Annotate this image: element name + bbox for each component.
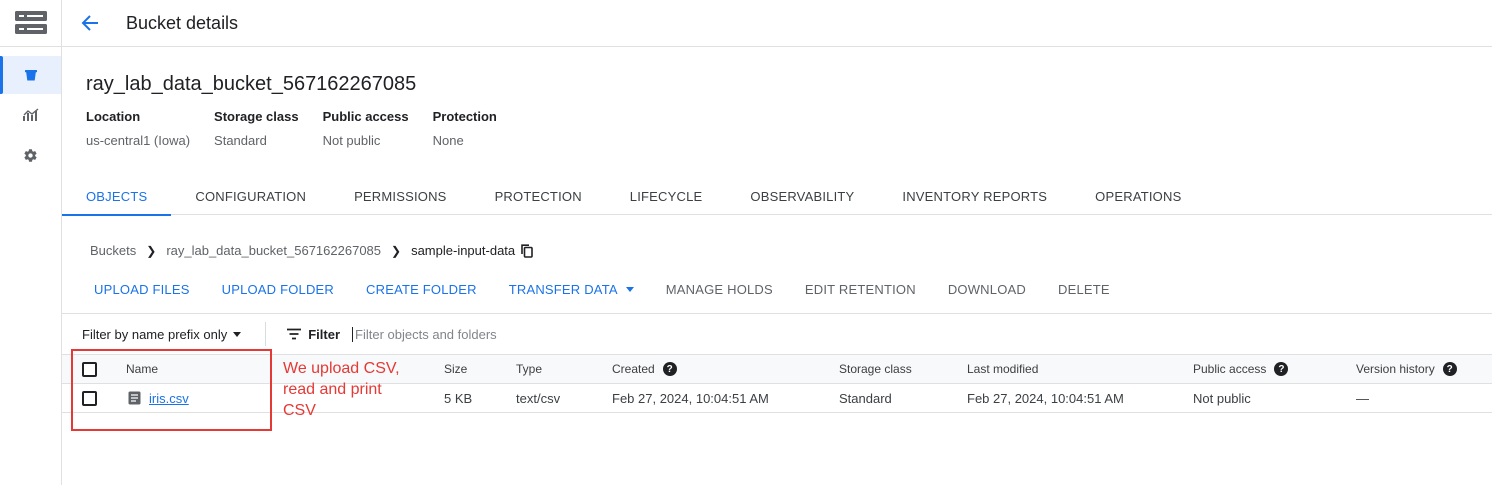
copy-path-icon[interactable]: [521, 243, 533, 258]
tab-objects[interactable]: OBJECTS: [62, 178, 172, 216]
tab-lifecycle[interactable]: LIFECYCLE: [606, 178, 727, 215]
bucket-name: ray_lab_data_bucket_567162267085: [86, 73, 417, 95]
left-rail: [0, 0, 62, 485]
property-label: Storage class: [214, 109, 299, 124]
help-icon[interactable]: ?: [662, 362, 677, 376]
tab-configuration[interactable]: CONFIGURATION: [171, 178, 330, 215]
bucket-properties: Location us-central1 (Iowa) Storage clas…: [86, 109, 521, 148]
tab-bar: OBJECTS CONFIGURATION PERMISSIONS PROTEC…: [62, 178, 1492, 216]
breadcrumb-bucket[interactable]: ray_lab_data_bucket_567162267085: [166, 243, 381, 258]
property-value: Standard: [214, 133, 267, 148]
chevron-right-icon: ❯: [146, 243, 157, 258]
annotation-highlight-box: [71, 349, 272, 431]
property-label: Public access: [322, 109, 409, 124]
annotation-text: We upload CSV, read and print CSV: [283, 360, 400, 419]
property-value: None: [432, 133, 464, 148]
tab-operations[interactable]: OPERATIONS: [1071, 178, 1205, 215]
property-label: Location: [86, 109, 141, 124]
property-value: us-central1 (Iowa): [86, 133, 191, 148]
column-public-access-label: Public access: [1193, 362, 1267, 376]
breadcrumb-buckets[interactable]: Buckets: [90, 243, 136, 258]
filter-icon: [287, 328, 302, 340]
settings-nav-icon[interactable]: [0, 136, 61, 174]
upload-files-button[interactable]: UPLOAD FILES: [78, 274, 206, 304]
back-button[interactable]: [62, 0, 118, 47]
object-type: text/csv: [516, 390, 561, 406]
column-created-label: Created: [612, 362, 655, 376]
column-last-modified[interactable]: Last modified: [967, 355, 1038, 383]
column-type[interactable]: Type: [516, 355, 542, 383]
page-header: Bucket details: [62, 0, 1492, 47]
property-location: Location us-central1 (Iowa): [86, 109, 190, 148]
property-public-access: Public access Not public: [323, 109, 409, 148]
object-size: 5 KB: [444, 390, 473, 406]
filter-mode-select[interactable]: Filter by name prefix only: [82, 326, 242, 342]
filter-input[interactable]: [352, 326, 653, 342]
column-storage-class[interactable]: Storage class: [839, 355, 912, 383]
transfer-data-label: TRANSFER DATA: [508, 281, 618, 297]
filter-mode-label: Filter by name prefix only: [82, 326, 228, 342]
monitoring-nav-icon[interactable]: [0, 96, 61, 134]
breadcrumb: Buckets ❯ ray_lab_data_bucket_5671622670…: [90, 243, 533, 258]
table-header-row: Name Size Type Created ? Storage class L…: [62, 354, 1492, 384]
table-row[interactable]: iris.csv 5 KB text/csv Feb 27, 2024, 10:…: [62, 384, 1492, 413]
chevron-right-icon: ❯: [391, 243, 402, 258]
storage-product-icon[interactable]: [0, 0, 61, 47]
object-created: Feb 27, 2024, 10:04:51 AM: [612, 390, 769, 406]
caret-down-icon: [625, 286, 634, 292]
property-value: Not public: [322, 133, 381, 148]
breadcrumb-folder: sample-input-data: [411, 243, 516, 258]
tab-observability[interactable]: OBSERVABILITY: [726, 178, 878, 215]
page-title: Bucket details: [126, 12, 239, 33]
column-public-access[interactable]: Public access ?: [1193, 355, 1289, 383]
caret-down-icon: [233, 331, 242, 337]
edit-retention-button[interactable]: EDIT RETENTION: [789, 274, 932, 304]
object-public-access: Not public: [1193, 390, 1251, 406]
upload-folder-button[interactable]: UPLOAD FOLDER: [206, 274, 350, 304]
object-version-history: —: [1356, 390, 1369, 406]
property-storage-class: Storage class Standard: [214, 109, 299, 148]
transfer-data-button[interactable]: TRANSFER DATA: [493, 274, 650, 304]
column-version-history-label: Version history: [1356, 362, 1435, 376]
filter-label-text: Filter: [308, 326, 341, 342]
tab-inventory-reports[interactable]: INVENTORY REPORTS: [878, 178, 1071, 215]
manage-holds-button[interactable]: MANAGE HOLDS: [650, 274, 789, 304]
arrow-left-icon: [81, 15, 98, 31]
create-folder-button[interactable]: CREATE FOLDER: [350, 274, 493, 304]
download-button[interactable]: DOWNLOAD: [932, 274, 1042, 304]
property-protection: Protection None: [433, 109, 497, 148]
divider: [265, 322, 267, 346]
column-created[interactable]: Created ?: [612, 355, 677, 383]
object-last-modified: Feb 27, 2024, 10:04:51 AM: [967, 390, 1124, 406]
column-size[interactable]: Size: [444, 355, 467, 383]
delete-button[interactable]: DELETE: [1042, 274, 1126, 304]
object-toolbar: UPLOAD FILES UPLOAD FOLDER CREATE FOLDER…: [78, 274, 1492, 304]
tab-protection[interactable]: PROTECTION: [471, 178, 606, 215]
filter-label: Filter: [286, 327, 340, 342]
property-label: Protection: [432, 109, 497, 124]
column-version-history[interactable]: Version history ?: [1356, 355, 1457, 383]
filter-bar: Filter by name prefix only Filter: [62, 313, 1492, 354]
object-storage-class: Standard: [839, 390, 892, 406]
help-icon[interactable]: ?: [1442, 362, 1457, 376]
tab-permissions[interactable]: PERMISSIONS: [330, 178, 471, 215]
objects-table: Name Size Type Created ? Storage class L…: [62, 354, 1492, 413]
help-icon[interactable]: ?: [1274, 362, 1289, 376]
buckets-nav-icon[interactable]: [0, 56, 61, 94]
